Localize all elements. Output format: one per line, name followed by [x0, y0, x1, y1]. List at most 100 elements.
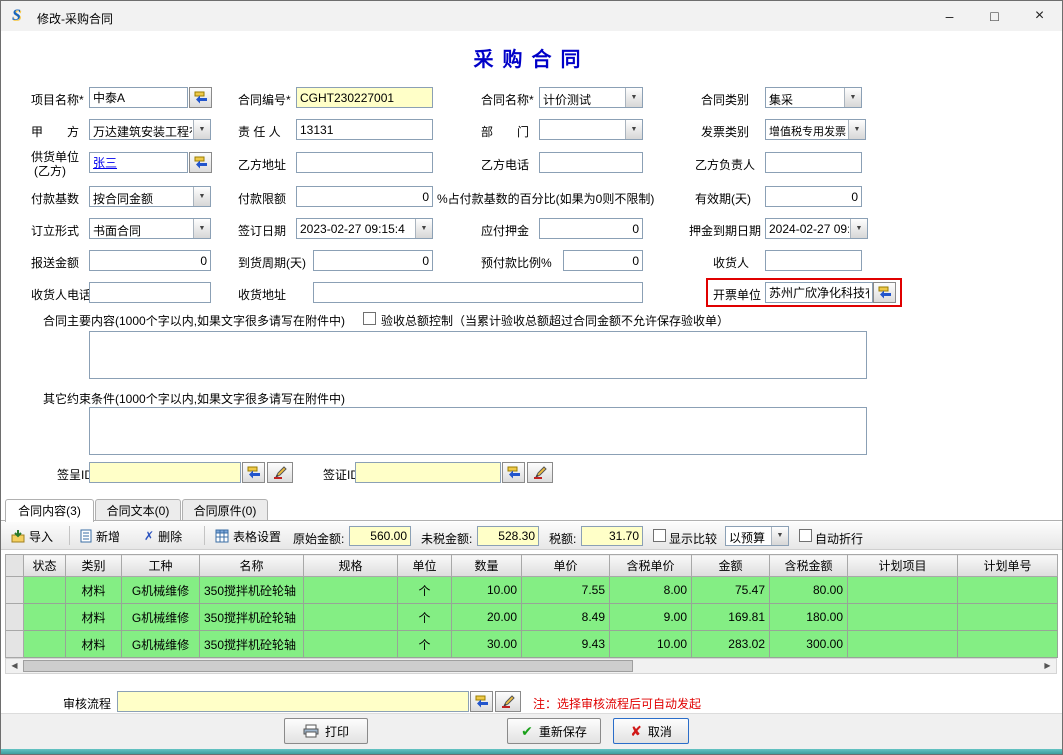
chevron-down-icon[interactable]: ▼ — [415, 219, 432, 238]
visa-id-picker-button[interactable] — [502, 462, 525, 483]
tax-amount-field[interactable] — [581, 526, 643, 546]
tax-amount-label: 税额: — [549, 530, 576, 547]
approval-flow-edit-button[interactable] — [495, 691, 521, 712]
supplier-picker-button[interactable] — [189, 152, 212, 173]
acceptance-control-checkbox[interactable] — [363, 312, 376, 325]
import-button[interactable]: 导入 — [7, 525, 57, 547]
original-amount-field[interactable] — [349, 526, 411, 546]
report-amount-input[interactable] — [89, 250, 211, 271]
table-row[interactable]: 材料 G机械维修350搅拌机砼轮轴 个 10.007.55 8.0075.47 … — [6, 577, 1058, 604]
payment-base-combo[interactable]: 按合同金额 ▼ — [89, 186, 211, 207]
minimize-icon[interactable]: – — [927, 1, 972, 31]
row-indicator[interactable] — [6, 577, 24, 604]
titlebar: S 修改-采购合同 – □ × — [1, 1, 1062, 31]
compare-mode-combo[interactable]: 以预算 ▼ — [725, 526, 789, 546]
column-header[interactable]: 类别 — [66, 555, 122, 577]
delivery-address-input[interactable] — [313, 282, 643, 303]
party-b-phone-input[interactable] — [539, 152, 643, 173]
main-content-textarea[interactable] — [89, 331, 867, 379]
sign-report-id-input[interactable] — [89, 462, 241, 483]
advance-ratio-input[interactable] — [563, 250, 643, 271]
column-header[interactable]: 名称 — [200, 555, 304, 577]
sign-report-id-picker-button[interactable] — [242, 462, 265, 483]
cancel-button[interactable]: ✘取消 — [613, 718, 689, 744]
validity-input[interactable] — [765, 186, 862, 207]
column-header[interactable]: 计划单号 — [958, 555, 1058, 577]
add-row-button[interactable]: 新增 — [76, 525, 124, 547]
table-settings-button[interactable]: 表格设置 — [211, 525, 285, 547]
column-header[interactable]: 规格 — [304, 555, 398, 577]
approval-flow-picker-button[interactable] — [470, 691, 493, 712]
project-name-label: 项目名称* — [31, 91, 84, 108]
contract-name-combo[interactable]: 计价测试 ▼ — [539, 87, 643, 108]
scroll-left-icon[interactable]: ◀ — [6, 659, 23, 673]
chevron-down-icon[interactable]: ▼ — [193, 120, 210, 139]
save-button[interactable]: ✔重新保存 — [507, 718, 601, 744]
maximize-icon[interactable]: □ — [972, 1, 1017, 31]
column-header[interactable]: 单价 — [522, 555, 610, 577]
column-header[interactable]: 数量 — [452, 555, 522, 577]
row-indicator[interactable] — [6, 604, 24, 631]
table-row[interactable]: 材料 G机械维修350搅拌机砼轮轴 个 30.009.43 10.00283.0… — [6, 631, 1058, 658]
toolbar-separator — [69, 526, 70, 545]
tab-contract-text[interactable]: 合同文本(0) — [95, 499, 181, 521]
chevron-down-icon[interactable]: ▼ — [625, 88, 642, 107]
payment-limit-input[interactable] — [296, 186, 433, 207]
table-horizontal-scrollbar[interactable]: ◀ ▶ — [5, 658, 1057, 674]
chevron-down-icon[interactable]: ▼ — [625, 120, 642, 139]
chevron-down-icon[interactable]: ▼ — [850, 219, 867, 238]
invoice-category-combo[interactable]: 增值税专用发票|6% ▼ — [765, 119, 866, 140]
contract-category-combo[interactable]: 集采 ▼ — [765, 87, 862, 108]
scroll-right-icon[interactable]: ▶ — [1039, 659, 1056, 673]
form-type-combo[interactable]: 书面合同 ▼ — [89, 218, 211, 239]
column-header[interactable]: 单位 — [398, 555, 452, 577]
party-a-combo[interactable]: 万达建筑安装工程有 ▼ — [89, 119, 211, 140]
consignee-input[interactable] — [765, 250, 862, 271]
column-header[interactable]: 含税单价 — [610, 555, 692, 577]
party-b-manager-input[interactable] — [765, 152, 862, 173]
deposit-input[interactable] — [539, 218, 643, 239]
project-picker-button[interactable] — [189, 87, 212, 108]
approval-flow-input[interactable] — [117, 691, 469, 712]
department-combo[interactable]: ▼ — [539, 119, 643, 140]
column-header[interactable]: 工种 — [122, 555, 200, 577]
chevron-down-icon[interactable]: ▼ — [193, 187, 210, 206]
other-terms-textarea[interactable] — [89, 407, 867, 455]
consignee-phone-input[interactable] — [89, 282, 211, 303]
delete-row-button[interactable]: ✗删除 — [140, 525, 186, 547]
print-button[interactable]: 打印 — [284, 718, 368, 744]
tab-contract-original[interactable]: 合同原件(0) — [182, 499, 268, 521]
supplier-input[interactable] — [89, 152, 188, 173]
auto-wrap-checkbox[interactable] — [799, 529, 812, 542]
responsible-input[interactable] — [296, 119, 433, 140]
chevron-down-icon[interactable]: ▼ — [848, 120, 865, 139]
chevron-down-icon[interactable]: ▼ — [844, 88, 861, 107]
deposit-due-picker[interactable]: 2024-02-27 09:15: ▼ — [765, 218, 868, 239]
chevron-down-icon[interactable]: ▼ — [193, 219, 210, 238]
delivery-cycle-input[interactable] — [313, 250, 433, 271]
supplier-label-line2: (乙方) — [34, 162, 66, 179]
sign-report-id-edit-button[interactable] — [267, 462, 293, 483]
chevron-down-icon[interactable]: ▼ — [771, 527, 788, 545]
pen-icon — [501, 695, 515, 708]
table-row[interactable]: 材料 G机械维修350搅拌机砼轮轴 个 20.008.49 9.00169.81… — [6, 604, 1058, 631]
invoicing-unit-input[interactable] — [765, 282, 873, 303]
column-header[interactable]: 计划项目 — [848, 555, 958, 577]
tab-contract-content[interactable]: 合同内容(3) — [5, 499, 94, 522]
project-name-input[interactable] — [89, 87, 188, 108]
row-indicator[interactable] — [6, 631, 24, 658]
column-header[interactable]: 状态 — [24, 555, 66, 577]
party-b-address-input[interactable] — [296, 152, 433, 173]
close-icon[interactable]: × — [1017, 1, 1062, 31]
contract-no-input[interactable] — [296, 87, 433, 108]
invoicing-unit-picker-button[interactable] — [873, 282, 896, 303]
column-header[interactable]: 含税金额 — [770, 555, 848, 577]
visa-id-edit-button[interactable] — [527, 462, 553, 483]
scrollbar-thumb[interactable] — [23, 660, 633, 672]
sign-date-picker[interactable]: 2023-02-27 09:15:4 ▼ — [296, 218, 433, 239]
column-header[interactable]: 金额 — [692, 555, 770, 577]
show-compare-checkbox[interactable] — [653, 529, 666, 542]
visa-id-input[interactable] — [355, 462, 501, 483]
responsible-label: 责 任 人 — [238, 123, 281, 140]
untaxed-amount-field[interactable] — [477, 526, 539, 546]
